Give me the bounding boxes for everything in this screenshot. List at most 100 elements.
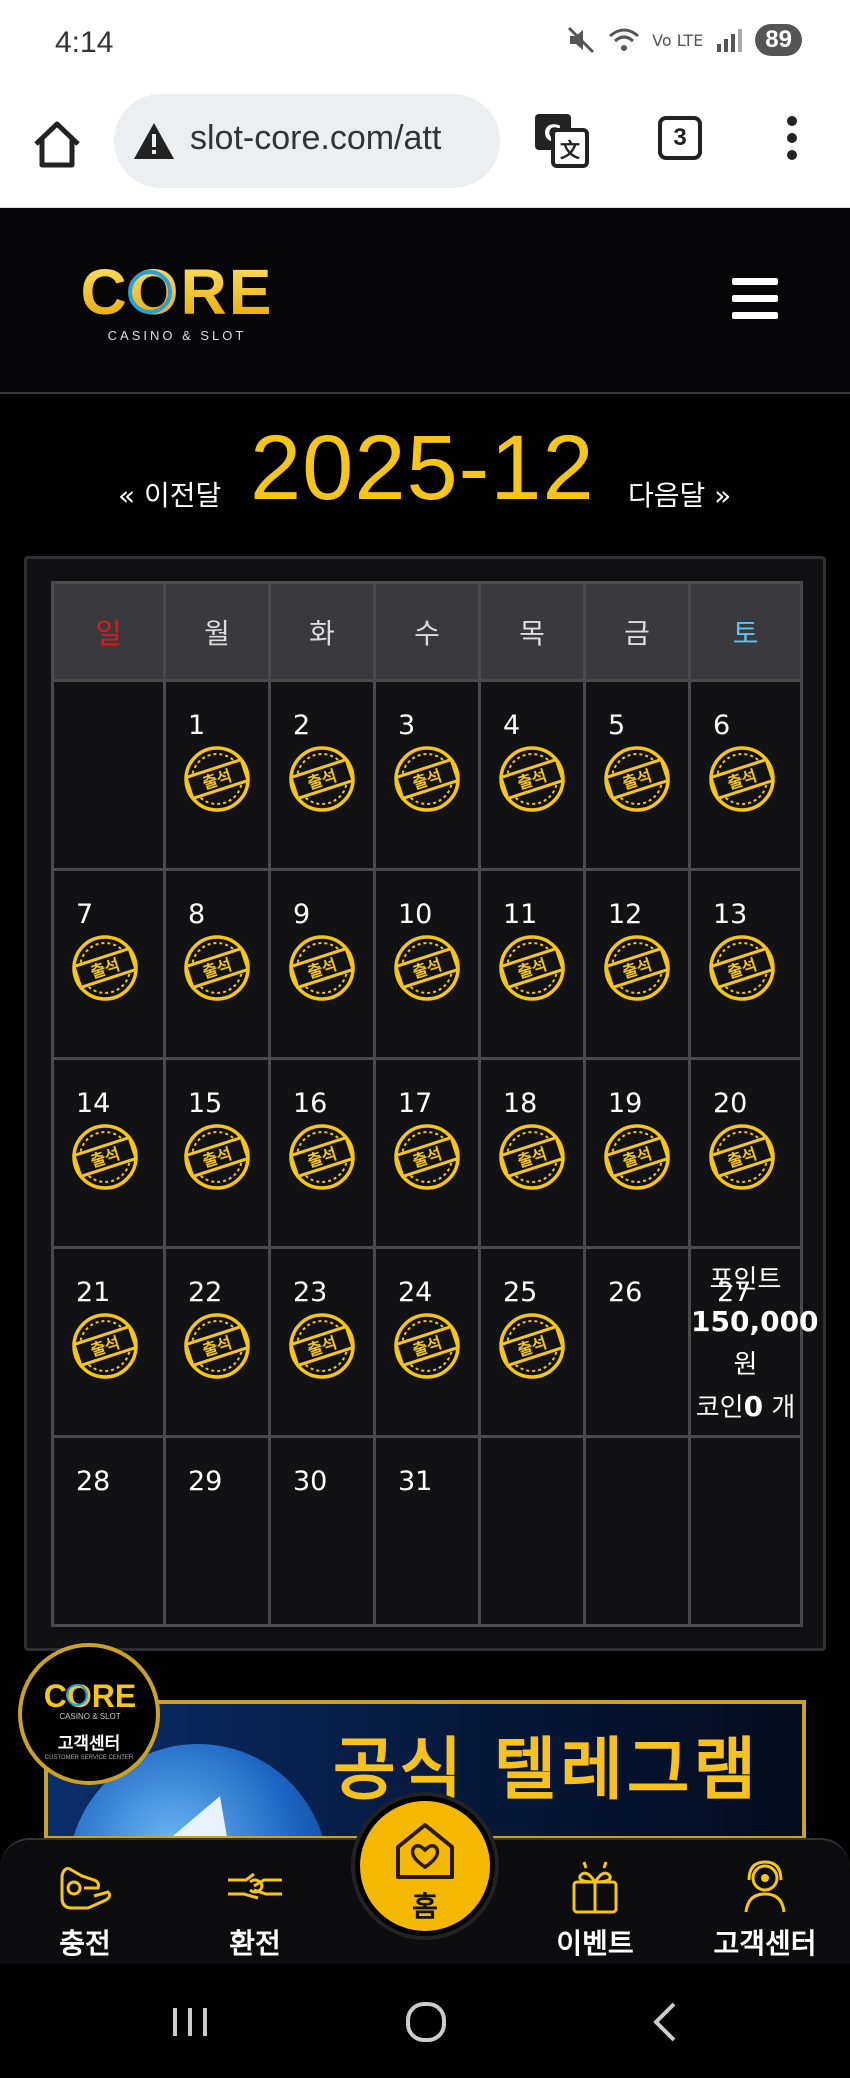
calendar-day-cell[interactable]: 19 출석 (583, 1057, 691, 1249)
site-header: CORE CASINO & SLOT (0, 208, 850, 394)
svg-text:文: 文 (560, 138, 581, 162)
calendar-day-cell[interactable]: 22 출석 (163, 1246, 271, 1438)
point-unit: 원 (733, 1350, 758, 1380)
calendar-week-row: 7 출석 8 출석 9 출석 10 출석 11 출석 12 출석 13 출석 (51, 868, 803, 1060)
system-home-icon[interactable] (396, 1992, 456, 2052)
attendance-stamp-icon: 출석 (499, 1124, 565, 1190)
attendance-stamp-icon: 출석 (184, 1124, 250, 1190)
core-logo[interactable]: CORE CASINO & SLOT (70, 260, 285, 350)
calendar-day-cell[interactable]: 7 출석 (51, 868, 166, 1060)
calendar-empty-cell (688, 1435, 803, 1627)
day-number: 4 (503, 710, 521, 741)
volte-indicator: Vo LTE (652, 30, 704, 50)
point-value: 150,000 (691, 1305, 819, 1338)
browser-toolbar: slot-core.com/att G文 3 (0, 90, 850, 208)
day-number: 11 (503, 899, 538, 930)
calendar-day-cell[interactable]: 4 출석 (478, 679, 586, 871)
calendar-day-cell[interactable]: 5 출석 (583, 679, 691, 871)
calendar-day-cell[interactable]: 11 출석 (478, 868, 586, 1060)
calendar-day-cell[interactable]: 27 포인트 150,000 원 코인0 개 (688, 1246, 819, 1438)
calendar-day-cell[interactable]: 30 (268, 1435, 376, 1627)
calendar-body: 1 출석 2 출석 3 출석 4 출석 5 출석 6 출석 7 출석 8 출석 … (51, 679, 819, 1627)
day-number: 21 (76, 1277, 111, 1308)
tab-switcher-button[interactable]: 3 (658, 116, 702, 160)
svg-text:CORE: CORE (44, 1678, 136, 1714)
day-number: 20 (713, 1088, 748, 1119)
nav-home-button[interactable]: 홈 (355, 1796, 495, 1936)
attendance-stamp-icon: 출석 (709, 1124, 775, 1190)
customer-center-badge[interactable]: CORE CASINO & SLOT 고객센터 CUSTOMER SERVICE… (18, 1643, 160, 1785)
calendar-week-row: 28 29 30 31 (51, 1435, 803, 1627)
day-number: 17 (398, 1088, 433, 1119)
calendar-grid: 일 월 화 수 목 금 토 1 출석 2 출석 3 출석 4 출석 5 출석 6… (51, 581, 819, 1627)
calendar-day-cell[interactable]: 9 출석 (268, 868, 376, 1060)
warning-icon[interactable] (132, 119, 176, 163)
weekday-tue: 화 (268, 581, 376, 682)
calendar-day-cell[interactable]: 15 출석 (163, 1057, 271, 1249)
calendar-day-cell[interactable]: 29 (163, 1435, 271, 1627)
address-bar[interactable]: slot-core.com/att (114, 94, 500, 188)
calendar-day-cell[interactable]: 3 출석 (373, 679, 481, 871)
logo-subtitle: CASINO & SLOT (108, 328, 247, 343)
calendar-day-cell[interactable]: 14 출석 (51, 1057, 166, 1249)
day-number: 3 (398, 710, 416, 741)
headset-icon (744, 1860, 786, 1913)
calendar-day-cell[interactable]: 8 출석 (163, 868, 271, 1060)
status-bar: 4:14 Vo LTE 89 (0, 0, 850, 90)
calendar-day-cell[interactable]: 21 출석 (51, 1246, 166, 1438)
mute-icon (568, 26, 595, 54)
next-month-link[interactable]: 다음달 » (628, 474, 731, 514)
customer-center-label: 고객센터 (57, 1734, 121, 1754)
home-heart-icon (396, 1823, 454, 1879)
calendar-day-cell[interactable]: 1 출석 (163, 679, 271, 871)
point-label: 포인트 (709, 1265, 782, 1295)
withdraw-icon (228, 1872, 282, 1900)
calendar-day-cell[interactable]: 18 출석 (478, 1057, 586, 1249)
calendar-day-cell[interactable]: 25 출석 (478, 1246, 586, 1438)
nav-deposit[interactable]: 충전 (20, 1858, 150, 1962)
attendance-stamp-icon: 출석 (289, 935, 355, 1001)
calendar-day-cell[interactable]: 6 출석 (688, 679, 803, 871)
calendar-day-cell[interactable]: 31 (373, 1435, 481, 1627)
calendar-day-cell[interactable]: 24 출석 (373, 1246, 481, 1438)
deposit-icon (60, 1866, 112, 1910)
calendar-day-cell[interactable]: 20 출석 (688, 1057, 803, 1249)
calendar-day-cell[interactable]: 28 (51, 1435, 166, 1627)
status-icons: Vo LTE 89 (566, 24, 802, 56)
calendar-day-cell[interactable]: 26 (583, 1246, 691, 1438)
calendar-day-cell[interactable]: 12 출석 (583, 868, 691, 1060)
weekday-sat: 토 (688, 581, 803, 682)
calendar-day-cell[interactable]: 2 출석 (268, 679, 376, 871)
nav-event[interactable]: 이벤트 (530, 1858, 660, 1962)
url-text[interactable]: slot-core.com/att (190, 119, 441, 158)
recents-icon[interactable] (160, 1992, 220, 2052)
weekday-mon: 월 (163, 581, 271, 682)
day-number: 30 (293, 1466, 328, 1497)
home-icon[interactable] (30, 118, 84, 172)
system-navigation-bar (0, 1964, 850, 2078)
calendar-day-cell[interactable]: 17 출석 (373, 1057, 481, 1249)
coin-value: 0 (743, 1390, 764, 1423)
day-number: 28 (76, 1466, 111, 1497)
calendar-day-cell[interactable]: 16 출석 (268, 1057, 376, 1249)
day-number: 26 (608, 1277, 643, 1308)
attendance-stamp-icon: 출석 (289, 1124, 355, 1190)
calendar-day-cell[interactable]: 23 출석 (268, 1246, 376, 1438)
calendar-day-cell[interactable]: 10 출석 (373, 868, 481, 1060)
status-time: 4:14 (55, 26, 114, 59)
attendance-stamp-icon: 출석 (709, 746, 775, 812)
nav-withdraw[interactable]: 환전 (190, 1858, 320, 1962)
coin-unit: 개 (771, 1393, 796, 1423)
prev-month-link[interactable]: « 이전달 (118, 474, 221, 514)
browser-menu-button[interactable] (782, 116, 802, 166)
day-number: 9 (293, 899, 311, 930)
calendar-day-cell[interactable]: 13 출석 (688, 868, 803, 1060)
nav-support[interactable]: 고객센터 (700, 1858, 830, 1962)
translate-icon[interactable]: G文 (533, 112, 589, 168)
site-menu-button[interactable] (732, 278, 778, 320)
nav-home-label: 홈 (412, 1890, 438, 1923)
back-icon[interactable] (636, 1992, 696, 2052)
attendance-stamp-icon: 출석 (394, 1124, 460, 1190)
attendance-stamp-icon: 출석 (604, 935, 670, 1001)
attendance-stamp-icon: 출석 (184, 935, 250, 1001)
